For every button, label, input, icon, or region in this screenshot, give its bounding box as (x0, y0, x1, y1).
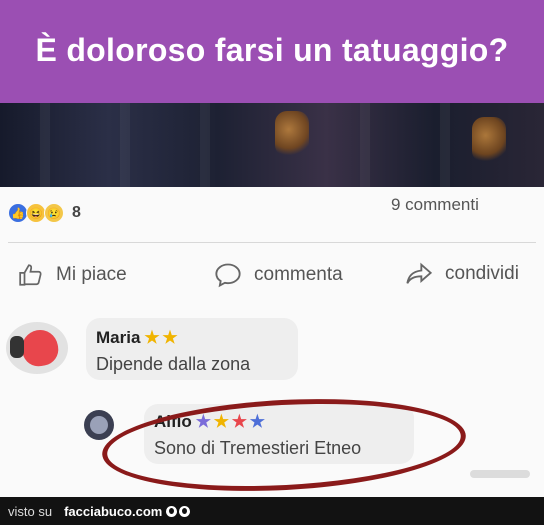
seen-on-label: visto su (8, 503, 53, 519)
badge-icons: ★ ★ (144, 329, 180, 347)
like-button[interactable]: Mi piace (18, 262, 127, 288)
comments-count[interactable]: 9 commenti (391, 195, 479, 215)
star-icon: ★ (144, 328, 160, 347)
like-button-label: Mi piace (56, 264, 127, 285)
comment-author[interactable]: Maria (96, 328, 140, 348)
avatar[interactable] (84, 410, 114, 440)
image-ornament (275, 111, 309, 157)
comment-button[interactable]: commenta (214, 262, 343, 288)
eyes-icon (166, 505, 191, 517)
share-button-label: condividi (445, 263, 519, 284)
comment-button-label: commenta (254, 264, 343, 285)
image-ornament (472, 117, 506, 163)
share-button[interactable]: condividi (405, 262, 519, 286)
comment-text: Dipende dalla zona (96, 354, 251, 374)
like-icon: 👍 (8, 203, 28, 223)
blurred-text (470, 470, 530, 478)
share-icon (406, 262, 433, 284)
reactions-summary[interactable]: 👍 😆 😢 8 (8, 203, 81, 223)
reactions-count: 8 (72, 204, 81, 221)
haha-icon: 😆 (26, 203, 46, 223)
comment-bubble: Maria ★ ★ Dipende dalla zona (86, 318, 298, 380)
avatar[interactable] (6, 322, 68, 374)
site-name: facciabuco.com (64, 503, 163, 519)
star-icon: ★ (162, 328, 178, 347)
actions-divider (8, 242, 536, 243)
sad-icon: 😢 (44, 203, 64, 223)
watermark-footer: visto su facciabuco.com (0, 497, 544, 525)
post-title: È doloroso farsi un tatuaggio? (35, 32, 509, 68)
post-image[interactable] (0, 103, 544, 187)
comment-icon (215, 263, 241, 288)
thumbs-up-icon (19, 264, 42, 286)
post-header: È doloroso farsi un tatuaggio? (0, 0, 544, 103)
